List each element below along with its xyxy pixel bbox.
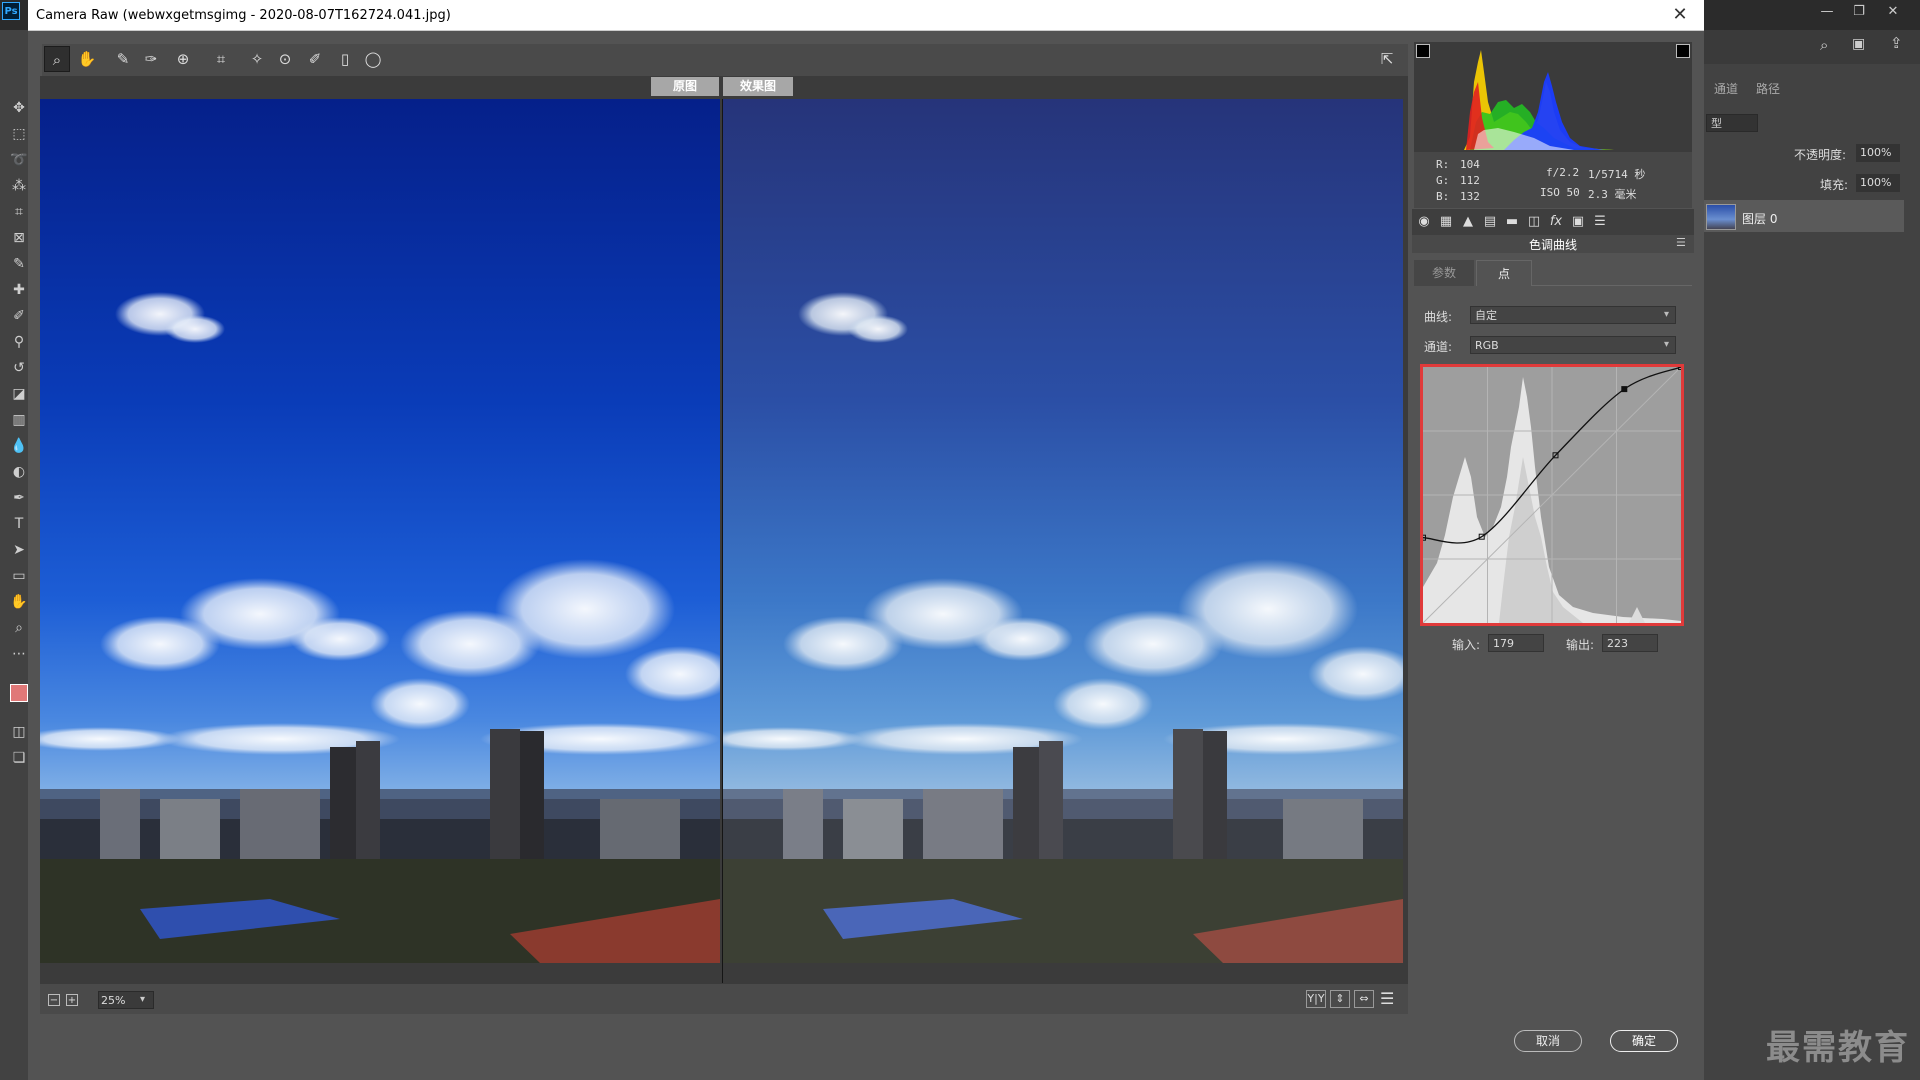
- spot-removal-tool-icon[interactable]: ✧: [244, 46, 270, 72]
- hsl-panel-icon[interactable]: ▤: [1480, 212, 1500, 232]
- tab-paths[interactable]: 路径: [1756, 80, 1780, 97]
- chevron-down-icon[interactable]: ▾: [140, 991, 145, 1009]
- zoom-in-button[interactable]: +: [66, 994, 78, 1006]
- r-value: 104: [1460, 158, 1480, 171]
- watermark-logo: 最需教育: [1766, 1028, 1910, 1068]
- tab-underline: [1532, 285, 1692, 286]
- crop-tool-icon[interactable]: ⌗: [208, 46, 234, 72]
- presets-panel-icon[interactable]: ☰: [1590, 212, 1610, 232]
- panel-menu-icon[interactable]: ☰: [1676, 236, 1686, 249]
- histogram: [1414, 42, 1692, 152]
- basic-panel-icon[interactable]: ◉: [1414, 212, 1434, 232]
- r-label: R:: [1436, 158, 1450, 171]
- zoom-out-button[interactable]: −: [48, 994, 60, 1006]
- after-label: 效果图: [723, 77, 793, 96]
- g-value: 112: [1460, 174, 1480, 187]
- output-value-field[interactable]: 223: [1602, 634, 1658, 652]
- curve-label: 曲线:: [1424, 310, 1453, 324]
- split-toning-panel-icon[interactable]: ▬: [1502, 212, 1522, 232]
- before-label: 原图: [651, 77, 719, 96]
- layer-name[interactable]: 图层 0: [1742, 210, 1777, 227]
- iso-value: ISO 50: [1540, 186, 1580, 199]
- copy-settings-button[interactable]: ⇔: [1354, 990, 1374, 1008]
- preview-preferences-icon[interactable]: ☰: [1380, 989, 1394, 1008]
- channel-select[interactable]: RGB: [1470, 336, 1676, 354]
- red-eye-tool-icon[interactable]: ⊙: [272, 46, 298, 72]
- window-title: Camera Raw (webwxgetmsgimg - 2020-08-07T…: [36, 8, 451, 23]
- chevron-down-icon[interactable]: ▾: [1664, 309, 1669, 320]
- focal-length-value: 2.3 毫米: [1588, 188, 1637, 201]
- foreground-color-swatch[interactable]: [10, 684, 28, 702]
- tab-point[interactable]: 点: [1476, 260, 1532, 286]
- input-label: 输入:: [1452, 638, 1481, 652]
- dialog-close-icon[interactable]: ✕: [1662, 4, 1698, 26]
- curve-preset-select[interactable]: 自定: [1470, 306, 1676, 324]
- channel-label: 通道:: [1424, 340, 1453, 354]
- rgb-readout: [1414, 152, 1692, 208]
- after-preview-image[interactable]: [723, 99, 1403, 963]
- chevron-down-icon[interactable]: ▾: [1664, 339, 1669, 350]
- aperture-value: f/2.2: [1546, 166, 1580, 179]
- app-close-icon[interactable]: ✕: [1880, 2, 1906, 22]
- output-label: 输出:: [1566, 638, 1595, 652]
- calibration-panel-icon[interactable]: ▣: [1568, 212, 1588, 232]
- color-sampler-tool-icon[interactable]: ✑: [138, 46, 164, 72]
- preview-bottom-bar: [40, 984, 1408, 1014]
- tab-channels[interactable]: 通道: [1714, 80, 1738, 97]
- lens-panel-icon[interactable]: ◫: [1524, 212, 1544, 232]
- tone-curve-graph[interactable]: [1423, 367, 1681, 623]
- before-after-view-button[interactable]: Y|Y: [1306, 990, 1326, 1008]
- detail-panel-icon[interactable]: ▲: [1458, 212, 1478, 232]
- effects-panel-icon[interactable]: fx: [1546, 212, 1566, 232]
- input-value-field[interactable]: 179: [1488, 634, 1544, 652]
- workspace-icon[interactable]: ▣: [1852, 36, 1865, 52]
- tab-parametric[interactable]: 参数: [1414, 260, 1474, 286]
- preview-divider: [722, 99, 723, 983]
- fullscreen-toggle-icon[interactable]: ⇱: [1374, 46, 1400, 72]
- targeted-adjustment-tool-icon[interactable]: ⊕: [170, 46, 196, 72]
- radial-filter-icon[interactable]: ◯: [360, 46, 386, 72]
- curve-control-point[interactable]: [1621, 386, 1628, 393]
- layer-kind-select[interactable]: 型: [1706, 114, 1758, 132]
- adjustment-brush-icon[interactable]: ✐: [302, 46, 328, 72]
- highlight-clipping-toggle[interactable]: [1676, 44, 1690, 58]
- white-balance-tool-icon[interactable]: ✎: [110, 46, 136, 72]
- ok-button[interactable]: 确定: [1610, 1030, 1678, 1052]
- opacity-label: 不透明度:: [1794, 148, 1847, 162]
- share-icon[interactable]: ⇪: [1890, 34, 1903, 52]
- tone-curve-panel-icon[interactable]: ▦: [1436, 212, 1456, 232]
- graduated-filter-icon[interactable]: ▯: [332, 46, 358, 72]
- g-label: G:: [1436, 174, 1450, 187]
- cancel-button[interactable]: 取消: [1514, 1030, 1582, 1052]
- photoshop-options-area: [1704, 30, 1920, 64]
- minimize-icon[interactable]: —: [1814, 2, 1840, 22]
- opacity-input[interactable]: 100%: [1856, 144, 1900, 162]
- search-icon[interactable]: ⌕: [1820, 36, 1828, 54]
- restore-icon[interactable]: ❐: [1846, 2, 1872, 22]
- swap-settings-button[interactable]: ⇕: [1330, 990, 1350, 1008]
- curve-grid: [1423, 367, 1681, 623]
- layer-thumbnail: [1706, 204, 1736, 230]
- photoshop-logo-icon: Ps: [2, 2, 20, 20]
- shadow-clipping-toggle[interactable]: [1416, 44, 1430, 58]
- b-label: B:: [1436, 190, 1450, 203]
- zoom-level-select[interactable]: 25%: [98, 991, 154, 1009]
- panel-title: 色调曲线: [1528, 238, 1577, 252]
- before-preview-image[interactable]: [40, 99, 720, 963]
- b-value: 132: [1460, 190, 1480, 203]
- fill-label: 填充:: [1820, 178, 1849, 192]
- fill-input[interactable]: 100%: [1856, 174, 1900, 192]
- shutter-value: 1/5714 秒: [1588, 168, 1646, 181]
- zoom-tool-icon[interactable]: ⌕: [44, 46, 70, 72]
- hand-tool-icon[interactable]: ✋: [74, 46, 100, 72]
